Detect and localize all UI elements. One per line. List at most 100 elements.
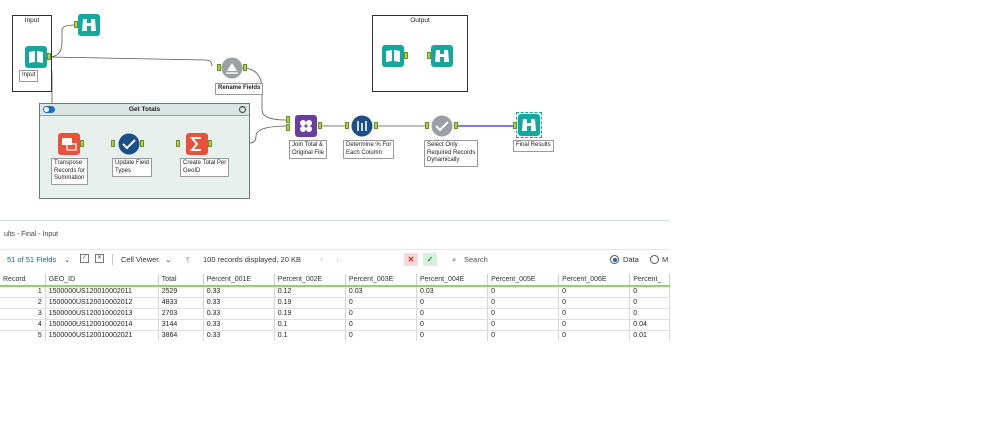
table-cell[interactable]: 0 bbox=[558, 286, 631, 298]
table-cell[interactable]: 0 bbox=[416, 308, 489, 320]
column-header[interactable]: Percent_003E bbox=[345, 274, 417, 287]
table-cell[interactable]: 0 bbox=[487, 297, 560, 309]
table-row[interactable]: 5 1500000US120010002021 3864 0.33 0.1 0 0 0 0 0.0… bbox=[0, 330, 670, 341]
column-header[interactable]: Percent_006E bbox=[558, 274, 631, 287]
table-cell[interactable]: 1500000US120010002012 bbox=[45, 297, 159, 309]
table-cell[interactable]: 0 bbox=[629, 297, 670, 309]
arrow-down-icon[interactable]: ↓ bbox=[336, 255, 340, 264]
table-cell[interactable]: 1500000US120010002011 bbox=[45, 286, 159, 298]
output-anchor[interactable] bbox=[243, 64, 247, 71]
table-cell[interactable]: 0 bbox=[345, 297, 417, 309]
column-header[interactable]: Percent_005E bbox=[487, 274, 560, 287]
input-anchor[interactable] bbox=[111, 140, 115, 147]
data-radio[interactable] bbox=[610, 255, 619, 264]
column-header[interactable]: Record bbox=[0, 274, 46, 287]
input-tool[interactable] bbox=[25, 46, 47, 68]
record-number[interactable]: 5 bbox=[0, 330, 46, 341]
browse-tool-top[interactable] bbox=[78, 14, 100, 36]
workflow-canvas[interactable]: Input Output Get Totals ^ Input Rename F… bbox=[0, 0, 670, 220]
transpose-tool[interactable] bbox=[58, 133, 80, 155]
record-number[interactable]: 2 bbox=[0, 297, 46, 309]
table-cell[interactable]: 0 bbox=[345, 330, 417, 341]
table-row[interactable]: 3 1500000US120010002013 2703 0.33 0.19 0 0 0 0 0 bbox=[0, 308, 670, 320]
arrow-up-icon[interactable]: ↑ bbox=[320, 255, 324, 264]
record-number[interactable]: 1 bbox=[0, 286, 46, 298]
input-anchor[interactable] bbox=[425, 122, 429, 129]
table-cell[interactable]: 0 bbox=[345, 319, 417, 331]
join-tool[interactable] bbox=[295, 115, 317, 137]
column-header[interactable]: Percent_004E bbox=[416, 274, 489, 287]
left-input-anchor[interactable] bbox=[286, 116, 290, 123]
table-cell[interactable]: 0.1 bbox=[274, 330, 346, 341]
chevron-down-icon[interactable]: ⌄ bbox=[165, 255, 171, 264]
input-anchor[interactable] bbox=[176, 140, 180, 147]
cell-viewer-dropdown[interactable]: Cell Viewer bbox=[121, 255, 159, 264]
table-cell[interactable]: 2703 bbox=[158, 308, 204, 320]
table-cell[interactable]: 0 bbox=[487, 286, 560, 298]
table-cell[interactable]: 0.33 bbox=[203, 330, 275, 341]
table-cell[interactable]: 0.04 bbox=[629, 319, 670, 331]
table-cell[interactable]: 0.03 bbox=[416, 286, 489, 298]
table-cell[interactable]: 2529 bbox=[158, 286, 204, 298]
output-anchor[interactable] bbox=[80, 140, 84, 147]
table-cell[interactable]: 3864 bbox=[158, 330, 204, 341]
table-cell[interactable]: 0.33 bbox=[203, 297, 275, 309]
table-cell[interactable]: 4833 bbox=[158, 297, 204, 309]
dynamic-select-tool[interactable] bbox=[431, 115, 453, 137]
results-grid[interactable]: Record GEO_ID Total Percent_001E Percent_002… bbox=[0, 274, 670, 341]
table-cell[interactable]: 1500000US120010002013 bbox=[45, 308, 159, 320]
table-cell[interactable]: 0.03 bbox=[345, 286, 417, 298]
table-cell[interactable]: 3144 bbox=[158, 319, 204, 331]
table-row[interactable]: 2 1500000US120010002012 4833 0.33 0.19 0 0 0 0 0 bbox=[0, 297, 670, 309]
table-cell[interactable]: 0.19 bbox=[274, 297, 346, 309]
rename-fields-tool[interactable] bbox=[221, 57, 243, 79]
table-cell[interactable]: 0 bbox=[558, 308, 631, 320]
confirm-icon[interactable]: ✓ bbox=[423, 253, 437, 266]
chevron-down-icon[interactable]: ⌄ bbox=[64, 255, 70, 264]
determine-percent-tool[interactable] bbox=[351, 115, 373, 137]
table-cell[interactable]: 0.33 bbox=[203, 319, 275, 331]
table-cell[interactable]: 0 bbox=[629, 308, 670, 320]
table-cell[interactable]: 1500000US120010002014 bbox=[45, 319, 159, 331]
table-cell[interactable]: 0 bbox=[558, 297, 631, 309]
output-anchor[interactable] bbox=[318, 122, 322, 129]
input-anchor[interactable] bbox=[513, 122, 517, 129]
table-cell[interactable]: 0 bbox=[487, 319, 560, 331]
table-cell[interactable]: 0 bbox=[416, 297, 489, 309]
paragraph-icon[interactable]: ¶ bbox=[186, 255, 190, 264]
right-input-anchor[interactable] bbox=[286, 124, 290, 131]
table-cell[interactable]: 0 bbox=[487, 330, 560, 341]
other-radio[interactable] bbox=[650, 255, 659, 264]
column-header[interactable]: Percent_002E bbox=[274, 274, 346, 287]
table-cell[interactable]: 0.33 bbox=[203, 308, 275, 320]
column-header[interactable]: Percent_001E bbox=[203, 274, 275, 287]
record-number[interactable]: 4 bbox=[0, 319, 46, 331]
column-header[interactable]: Percent_ bbox=[629, 274, 670, 287]
input-anchor[interactable] bbox=[345, 122, 349, 129]
fields-selector[interactable]: 51 of 51 Fields bbox=[7, 255, 56, 264]
output-anchor[interactable] bbox=[374, 122, 378, 129]
clear-icon[interactable]: ✕ bbox=[95, 254, 104, 263]
table-cell[interactable]: 0.19 bbox=[274, 308, 346, 320]
table-cell[interactable]: 0 bbox=[487, 308, 560, 320]
output-input-tool[interactable] bbox=[382, 45, 404, 67]
update-field-types-tool[interactable] bbox=[118, 133, 140, 155]
output-anchor[interactable] bbox=[454, 122, 458, 129]
table-cell[interactable]: 0.12 bbox=[274, 286, 346, 298]
table-cell[interactable]: 0 bbox=[558, 330, 631, 341]
output-anchor[interactable] bbox=[47, 53, 51, 60]
table-cell[interactable]: 0.33 bbox=[203, 286, 275, 298]
table-cell[interactable]: 0 bbox=[345, 308, 417, 320]
collapse-icon[interactable]: ^ bbox=[239, 106, 246, 113]
column-header[interactable]: Total bbox=[158, 274, 204, 287]
table-cell[interactable]: 0 bbox=[416, 319, 489, 331]
create-total-tool[interactable] bbox=[186, 133, 208, 155]
table-cell[interactable]: 0 bbox=[558, 319, 631, 331]
table-cell[interactable]: 0 bbox=[629, 286, 670, 298]
table-row[interactable]: 1 1500000US120010002011 2529 0.33 0.12 0.03 0.… bbox=[0, 286, 670, 298]
record-number[interactable]: 3 bbox=[0, 308, 46, 320]
table-cell[interactable]: 1500000US120010002021 bbox=[45, 330, 159, 341]
search-input[interactable]: Search bbox=[464, 255, 488, 264]
table-row[interactable]: 4 1500000US120010002014 3144 0.33 0.1 0 0 0 0 0.0… bbox=[0, 319, 670, 331]
table-cell[interactable]: 0.1 bbox=[274, 319, 346, 331]
